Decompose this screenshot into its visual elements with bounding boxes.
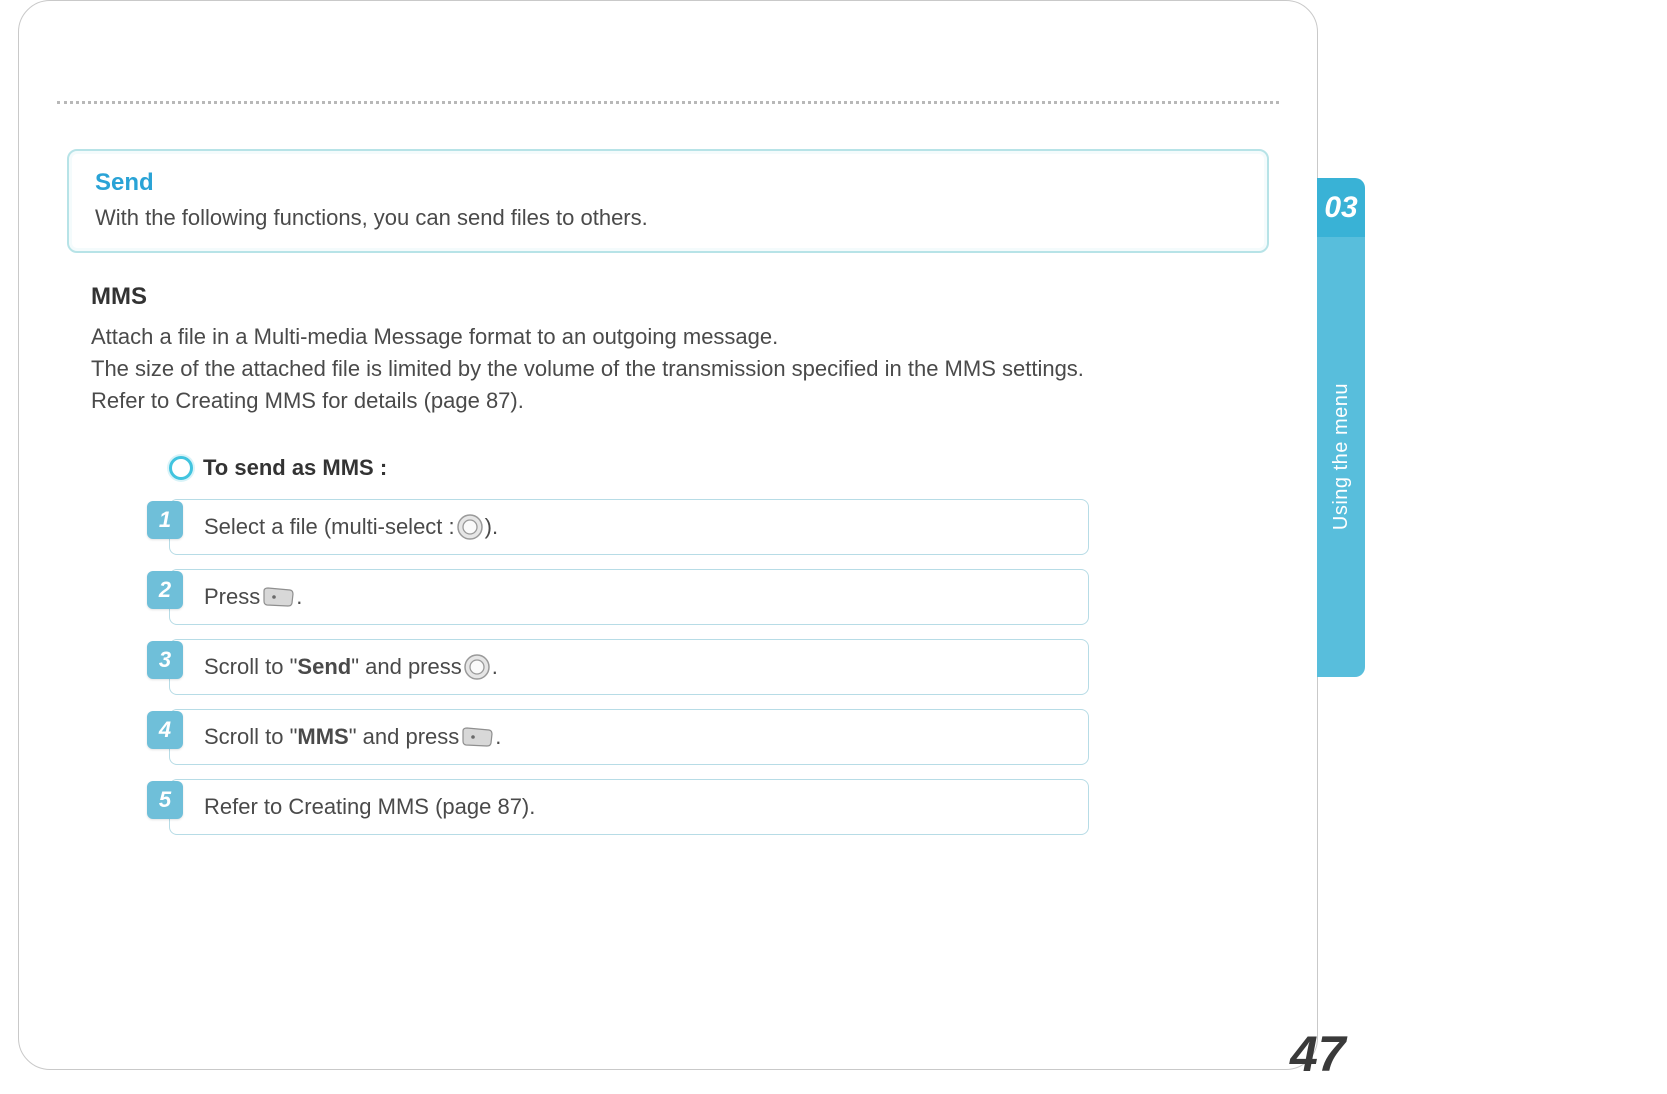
step-row: 1Select a file (multi-select : ). — [147, 499, 1279, 555]
step-box: Scroll to "MMS" and press . — [169, 709, 1089, 765]
steps-list: 1Select a file (multi-select : ). 2Press … — [147, 499, 1279, 835]
chapter-number: 03 — [1324, 191, 1357, 225]
page-number: 47 — [1290, 1025, 1346, 1083]
callout-send: Send With the following functions, you c… — [67, 149, 1269, 253]
ok-button-icon — [457, 514, 483, 540]
callout-title: Send — [95, 169, 1241, 197]
step-number-badge: 4 — [147, 711, 183, 749]
callout-body: With the following functions, you can se… — [95, 205, 1241, 231]
steps-title-row: To send as MMS : — [169, 455, 1279, 481]
steps-title: To send as MMS : — [203, 455, 387, 481]
section-body: Attach a file in a Multi-media Message f… — [91, 321, 1279, 417]
step-row: 4Scroll to "MMS" and press . — [147, 709, 1279, 765]
softkey-icon — [461, 727, 493, 747]
step-row: 3Scroll to "Send" and press . — [147, 639, 1279, 695]
step-number-badge: 1 — [147, 501, 183, 539]
side-tab-section: Using the menu — [1317, 237, 1365, 677]
ok-button-icon — [464, 654, 490, 680]
side-tab-chapter: 03 — [1317, 178, 1365, 238]
dotted-divider — [57, 101, 1279, 104]
step-bold-term: MMS — [297, 724, 348, 750]
step-number-badge: 2 — [147, 571, 183, 609]
page-frame: Send With the following functions, you c… — [18, 0, 1318, 1070]
step-box: Scroll to "Send" and press . — [169, 639, 1089, 695]
step-box: Press . — [169, 569, 1089, 625]
step-row: 2Press . — [147, 569, 1279, 625]
step-box: Select a file (multi-select : ). — [169, 499, 1089, 555]
ring-icon — [169, 456, 193, 480]
step-number-badge: 3 — [147, 641, 183, 679]
section-heading: MMS — [91, 283, 1279, 311]
steps-container: To send as MMS : 1Select a file (multi-s… — [147, 455, 1279, 835]
step-number-badge: 5 — [147, 781, 183, 819]
step-box: Refer to Creating MMS (page 87). — [169, 779, 1089, 835]
step-bold-term: Send — [297, 654, 351, 680]
softkey-icon — [262, 587, 294, 607]
step-row: 5Refer to Creating MMS (page 87). — [147, 779, 1279, 835]
section-label: Using the menu — [1330, 383, 1353, 530]
